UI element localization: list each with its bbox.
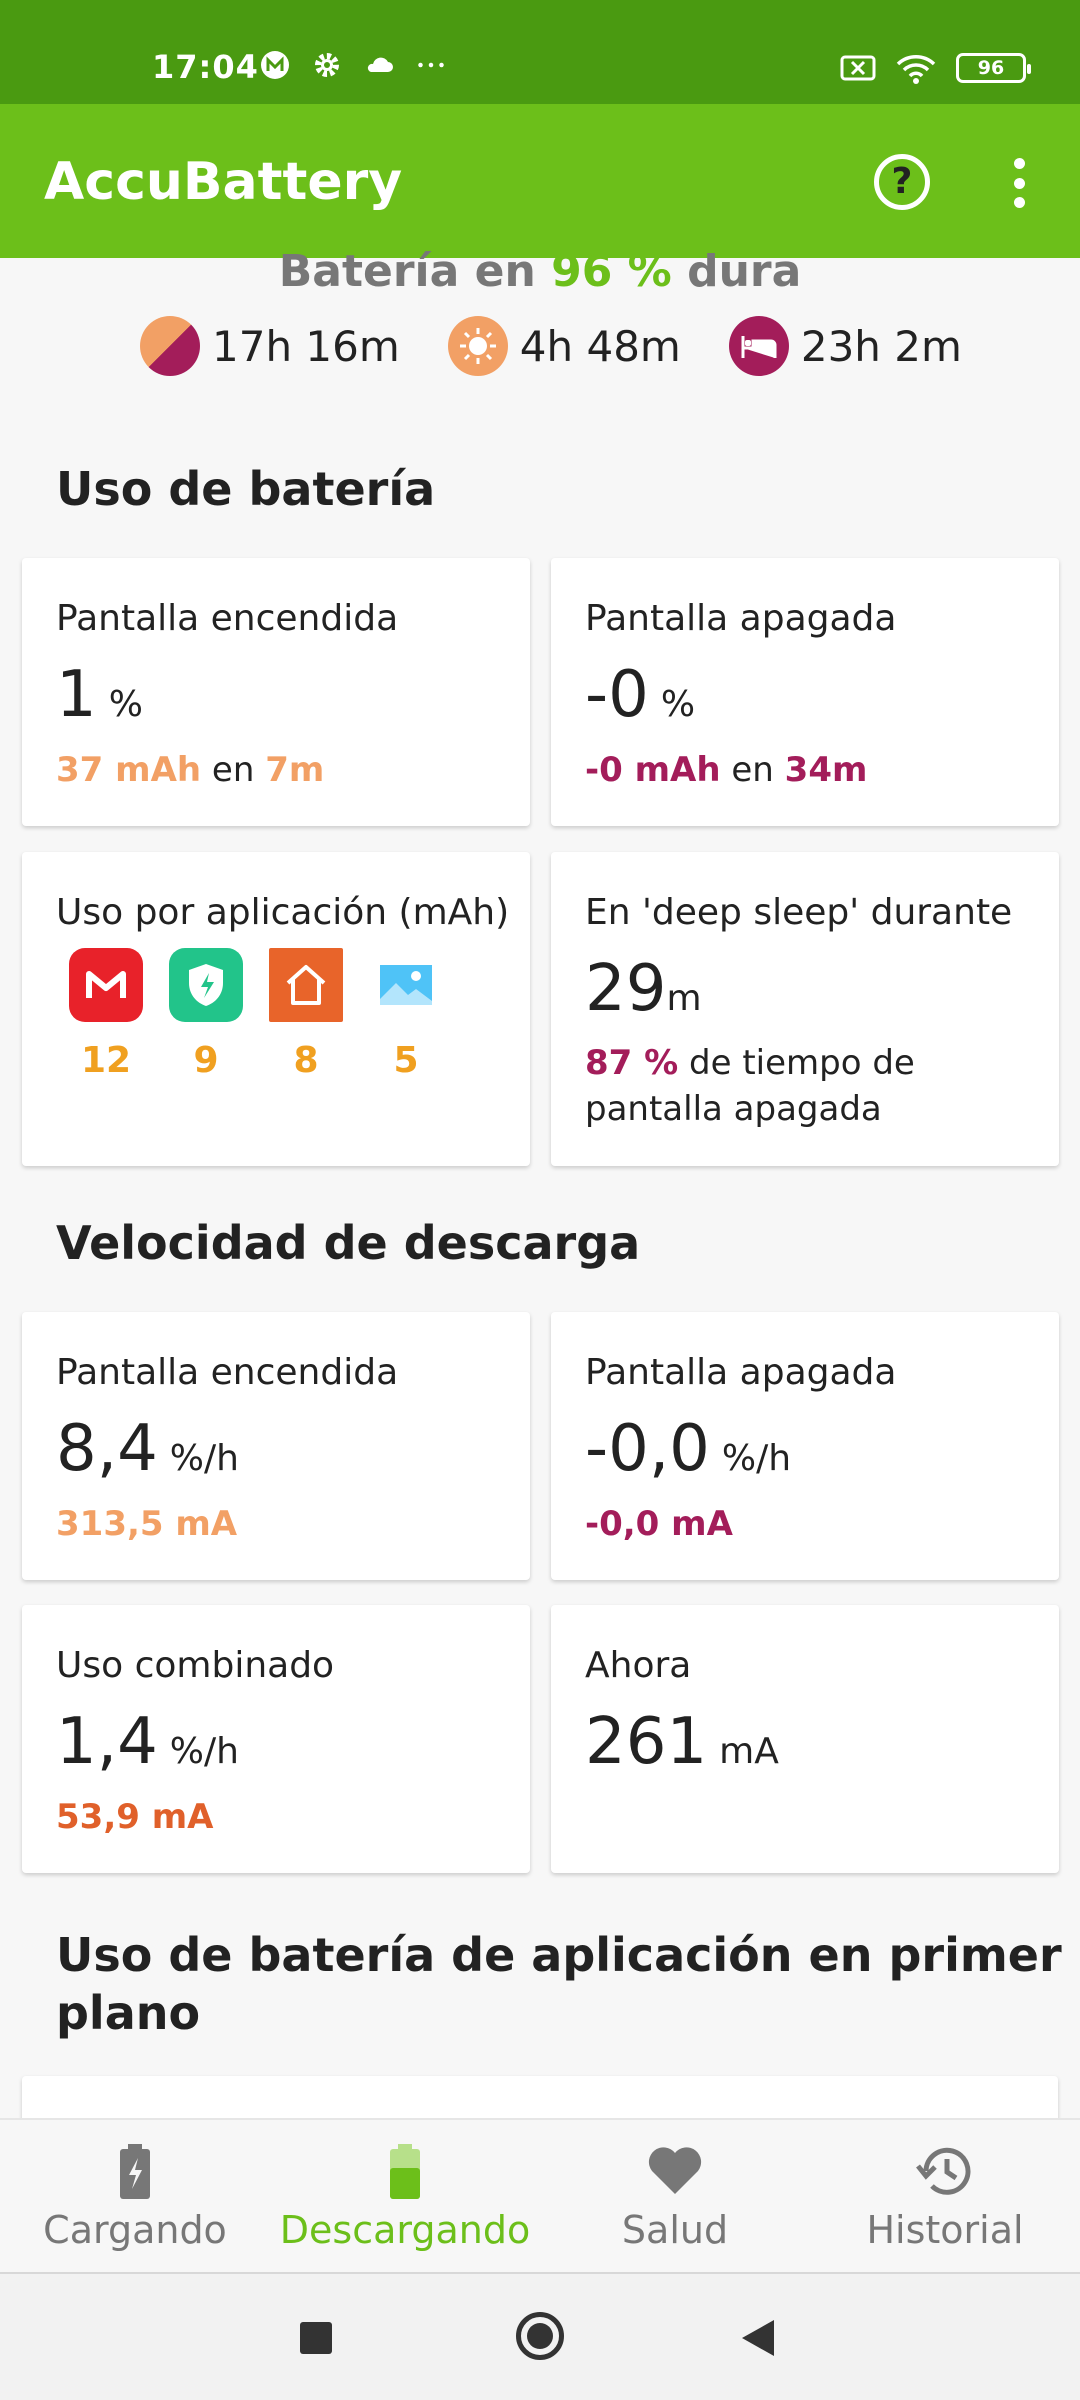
- status-bar: 17:04 96: [0, 0, 1080, 104]
- tab-health[interactable]: Salud: [540, 2120, 810, 2274]
- help-icon: ?: [891, 161, 913, 202]
- deep-sleep-card[interactable]: En 'deep sleep' durante 29m 87 % de tiem…: [551, 852, 1059, 1166]
- heart-icon: [648, 2147, 702, 2194]
- security-shield-icon: [169, 948, 243, 1022]
- estimate-combined: 17h 16m: [140, 316, 400, 376]
- app-item[interactable]: 5: [356, 948, 456, 1081]
- app-item[interactable]: 8: [256, 948, 356, 1081]
- settings-gear-icon: [315, 53, 339, 77]
- more-options-button[interactable]: [1004, 158, 1034, 208]
- status-time: 17:04: [152, 48, 259, 86]
- tab-history[interactable]: Historial: [810, 2120, 1080, 2274]
- discharging-battery-icon: [390, 2144, 420, 2199]
- status-right-icons: 96: [840, 52, 1031, 84]
- summary-estimates: 17h 16m 4h 48m 23h 2m: [140, 316, 1010, 376]
- mail-notification-icon: [261, 51, 289, 79]
- home-launcher-icon: [269, 948, 343, 1022]
- battery-indicator: 96: [956, 53, 1031, 83]
- summary-percent: 96 %: [551, 246, 672, 297]
- app-title: AccuBattery: [44, 152, 403, 212]
- estimate-screen-on: 4h 48m: [447, 316, 681, 376]
- discharge-speed-title: Velocidad de descarga: [56, 1216, 641, 1270]
- tab-discharging[interactable]: Descargando: [270, 2120, 540, 2274]
- bottom-navigation: Cargando Descargando Salud Historial: [0, 2118, 1080, 2272]
- no-sim-icon: [840, 55, 876, 81]
- home-button[interactable]: [516, 2312, 564, 2360]
- summary-title: Batería en 96 % dura: [278, 246, 802, 297]
- combined-usage-card[interactable]: Uso combinado 1,4 %/h 53,9 mA: [22, 1605, 530, 1873]
- screen-off-usage-card[interactable]: Pantalla apagada -0% -0 mAh en 34m: [551, 558, 1059, 826]
- current-now-card[interactable]: Ahora 261 mA: [551, 1605, 1059, 1873]
- discharge-screen-off-card[interactable]: Pantalla apagada -0,0 %/h -0,0 mA: [551, 1312, 1059, 1580]
- foreground-usage-title: Uso de batería de aplicación en primer pl…: [56, 1928, 1062, 2040]
- combined-usage-icon: [140, 316, 200, 376]
- recents-button[interactable]: [300, 2322, 332, 2354]
- gmail-icon: [69, 948, 143, 1022]
- charging-battery-icon: [120, 2144, 150, 2199]
- more-notifications-icon: [418, 62, 444, 68]
- battery-usage-title: Uso de batería: [56, 462, 436, 516]
- wifi-icon: [896, 55, 936, 84]
- help-button[interactable]: ?: [874, 154, 930, 210]
- history-icon: [916, 2147, 971, 2195]
- tab-charging[interactable]: Cargando: [0, 2120, 270, 2274]
- sun-icon: [447, 316, 508, 376]
- estimate-screen-off: 23h 2m: [728, 316, 962, 376]
- app-item[interactable]: 12: [56, 948, 156, 1081]
- screen-on-usage-card[interactable]: Pantalla encendida 1% 37 mAh en 7m: [22, 558, 530, 826]
- bed-icon: [728, 316, 789, 376]
- cloud-icon: [367, 57, 393, 72]
- system-navigation-bar: [0, 2272, 1080, 2400]
- back-button[interactable]: [742, 2320, 774, 2356]
- discharge-screen-on-card[interactable]: Pantalla encendida 8,4 %/h 313,5 mA: [22, 1312, 530, 1580]
- notification-icons: [260, 50, 446, 80]
- gallery-icon: [369, 948, 443, 1022]
- app-usage-card[interactable]: Uso por aplicación (mAh) 12 9 8 5: [22, 852, 530, 1166]
- app-usage-list: 12 9 8 5: [56, 948, 456, 1081]
- app-item[interactable]: 9: [156, 948, 256, 1081]
